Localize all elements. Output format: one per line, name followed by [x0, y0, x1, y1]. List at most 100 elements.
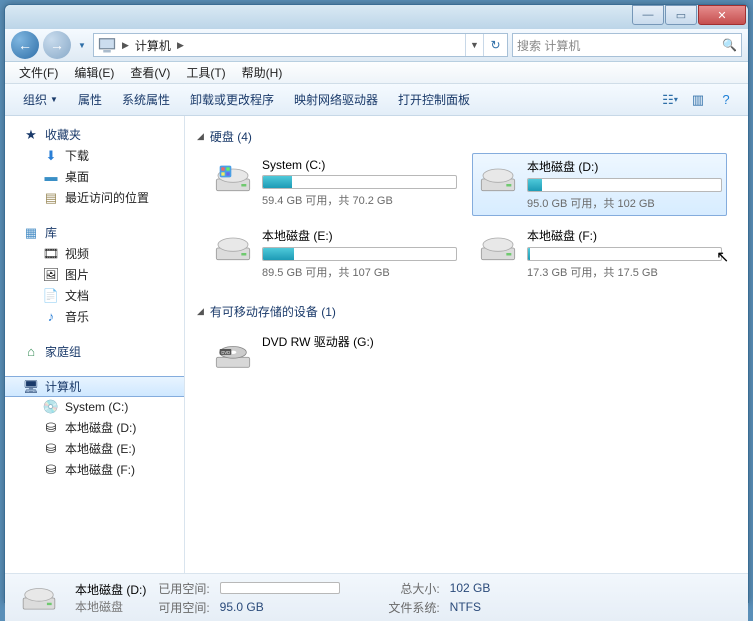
sidebar-item-downloads[interactable]: ⬇下载	[5, 145, 184, 166]
menu-tools[interactable]: 工具(T)	[178, 62, 233, 83]
desktop-icon: ▬	[43, 169, 59, 185]
music-icon: ♪	[43, 309, 59, 325]
maximize-button[interactable]: ▭	[665, 5, 697, 25]
library-icon: ▦	[23, 225, 39, 241]
menu-file[interactable]: 文件(F)	[11, 62, 66, 83]
drive-usage-bar	[262, 247, 457, 261]
forward-button[interactable]: →	[43, 31, 71, 59]
minimize-button[interactable]: —	[632, 5, 664, 25]
group-header-hdd[interactable]: ◢ 硬盘 (4)	[197, 124, 736, 153]
search-icon: 🔍	[722, 38, 737, 52]
close-button[interactable]: ✕	[698, 5, 746, 25]
computer-icon: 🖥	[23, 379, 39, 395]
document-icon: 📄	[43, 288, 59, 304]
sidebar-item-music[interactable]: ♪音乐	[5, 306, 184, 327]
sidebar-item-drive-f[interactable]: ⛁本地磁盘 (F:)	[5, 459, 184, 480]
drive-name: 本地磁盘 (F:)	[527, 227, 722, 244]
hdd-icon	[212, 158, 254, 200]
sidebar-item-drive-e[interactable]: ⛁本地磁盘 (E:)	[5, 438, 184, 459]
drive-usage-bar	[262, 175, 457, 189]
organize-button[interactable]: 组织▼	[13, 87, 68, 112]
preview-pane-button[interactable]: ▥	[686, 89, 710, 111]
nav-history-dropdown[interactable]: ▼	[75, 35, 89, 55]
sidebar-item-recent[interactable]: ▤最近访问的位置	[5, 187, 184, 208]
details-used-bar	[220, 582, 340, 594]
details-fs-label: 文件系统:	[360, 599, 440, 616]
collapse-icon[interactable]: ◢	[197, 131, 204, 142]
drive-item[interactable]: System (C:)59.4 GB 可用，共 70.2 GB	[207, 153, 462, 216]
map-drive-button[interactable]: 映射网络驱动器	[284, 87, 388, 112]
drive-icon: ⛁	[43, 441, 59, 457]
dvd-drive-icon: DVD	[212, 333, 254, 375]
drive-item[interactable]: 本地磁盘 (E:) 89.5 GB 可用，共 107 GB	[207, 222, 462, 285]
group-header-removable[interactable]: ◢ 有可移动存储的设备 (1)	[197, 299, 736, 328]
sidebar-item-documents[interactable]: 📄文档	[5, 285, 184, 306]
details-free-label: 可用空间:	[158, 599, 209, 616]
details-free-value: 95.0 GB	[220, 600, 340, 614]
menu-view[interactable]: 查看(V)	[122, 62, 178, 83]
nav-row: ← → ▼ ▶ 计算机 ▶ ▼ ↻ 搜索 计算机 🔍	[5, 29, 748, 62]
picture-icon: 🖼	[43, 267, 59, 283]
star-icon: ★	[23, 127, 39, 143]
help-button[interactable]: ?	[714, 89, 738, 111]
menu-edit[interactable]: 编辑(E)	[66, 62, 122, 83]
titlebar[interactable]: — ▭ ✕	[5, 5, 748, 29]
sidebar-item-pictures[interactable]: 🖼图片	[5, 264, 184, 285]
collapse-icon[interactable]: ◢	[197, 306, 204, 317]
sidebar-homegroup-head[interactable]: ⌂家庭组	[5, 341, 184, 362]
drive-name: 本地磁盘 (E:)	[262, 227, 457, 244]
sidebar-favorites-head[interactable]: ★收藏夹	[5, 124, 184, 145]
drive-free-text: 95.0 GB 可用，共 102 GB	[527, 195, 722, 211]
sidebar-item-videos[interactable]: 🎞视频	[5, 243, 184, 264]
chevron-right-icon[interactable]: ▶	[120, 40, 131, 51]
uninstall-button[interactable]: 卸载或更改程序	[180, 87, 284, 112]
back-button[interactable]: ←	[11, 31, 39, 59]
hdd-icon	[477, 227, 519, 269]
breadcrumb-dropdown[interactable]: ▼	[465, 34, 483, 56]
details-fs-value: NTFS	[450, 600, 491, 614]
control-panel-button[interactable]: 打开控制面板	[388, 87, 480, 112]
search-placeholder: 搜索 计算机	[517, 37, 722, 54]
drive-free-text: 59.4 GB 可用，共 70.2 GB	[262, 192, 457, 208]
view-mode-button[interactable]: ☷▾	[658, 89, 682, 111]
sidebar-item-desktop[interactable]: ▬桌面	[5, 166, 184, 187]
breadcrumb-segment[interactable]: 计算机	[131, 37, 175, 54]
properties-button[interactable]: 属性	[68, 87, 112, 112]
drive-item[interactable]: 本地磁盘 (F:) 17.3 GB 可用，共 17.5 GB	[472, 222, 727, 285]
drive-icon: 💿	[43, 399, 59, 415]
drive-icon	[15, 578, 63, 618]
sidebar-item-drive-d[interactable]: ⛁本地磁盘 (D:)	[5, 417, 184, 438]
sidebar-libraries-head[interactable]: ▦库	[5, 222, 184, 243]
drive-dvd[interactable]: DVD DVD RW 驱动器 (G:)	[207, 328, 462, 380]
system-properties-button[interactable]: 系统属性	[112, 87, 180, 112]
details-pane: 本地磁盘 (D:) 本地磁盘 已用空间: 总大小: 102 GB 可用空间: 9…	[5, 573, 748, 621]
hdd-icon	[212, 227, 254, 269]
toolbar: 组织▼ 属性 系统属性 卸载或更改程序 映射网络驱动器 打开控制面板 ☷▾ ▥ …	[5, 84, 748, 116]
search-input[interactable]: 搜索 计算机 🔍	[512, 33, 742, 57]
menu-help[interactable]: 帮助(H)	[234, 62, 291, 83]
breadcrumb[interactable]: ▶ 计算机 ▶ ▼ ↻	[93, 33, 508, 57]
drive-free-text: 17.3 GB 可用，共 17.5 GB	[527, 264, 722, 280]
recent-icon: ▤	[43, 190, 59, 206]
download-icon: ⬇	[43, 148, 59, 164]
details-total-value: 102 GB	[450, 581, 491, 595]
sidebar-item-drive-c[interactable]: 💿System (C:)	[5, 397, 184, 417]
drive-item[interactable]: 本地磁盘 (D:) 95.0 GB 可用，共 102 GB	[472, 153, 727, 216]
drive-usage-bar	[527, 178, 722, 192]
details-title: 本地磁盘 (D:)	[75, 581, 146, 598]
computer-icon	[97, 35, 117, 55]
sidebar-computer-head[interactable]: 🖥计算机	[5, 376, 184, 397]
chevron-right-icon[interactable]: ▶	[175, 40, 186, 51]
refresh-button[interactable]: ↻	[483, 34, 507, 56]
drive-name: 本地磁盘 (D:)	[527, 158, 722, 175]
hdd-icon	[477, 158, 519, 200]
drive-free-text: 89.5 GB 可用，共 107 GB	[262, 264, 457, 280]
sidebar: ★收藏夹 ⬇下载 ▬桌面 ▤最近访问的位置 ▦库 🎞视频 🖼图片 📄文档 ♪音乐…	[5, 116, 185, 573]
svg-text:DVD: DVD	[221, 350, 230, 355]
content-pane: ◢ 硬盘 (4) System (C:)59.4 GB 可用，共 70.2 GB…	[185, 116, 748, 573]
details-total-label: 总大小:	[360, 580, 440, 597]
menubar: 文件(F) 编辑(E) 查看(V) 工具(T) 帮助(H)	[5, 62, 748, 84]
drive-usage-bar	[527, 247, 722, 261]
drive-icon: ⛁	[43, 462, 59, 478]
homegroup-icon: ⌂	[23, 344, 39, 360]
